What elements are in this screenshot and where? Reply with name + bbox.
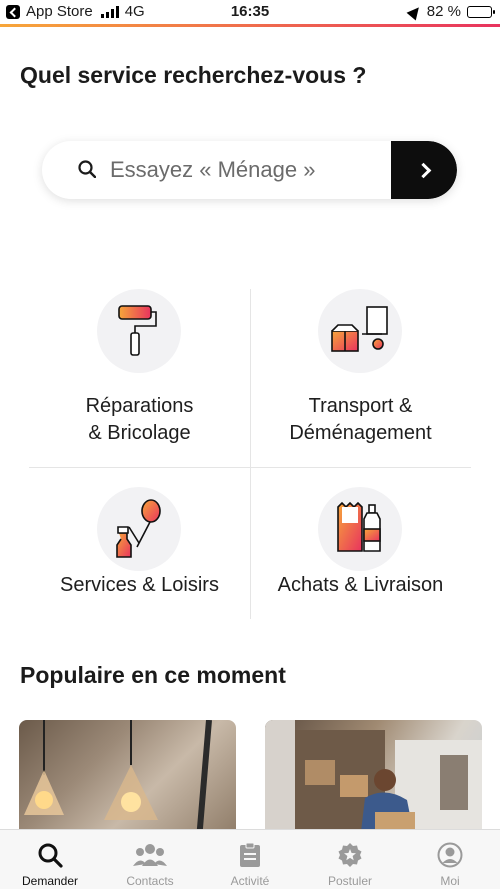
category-repairs-label-line1: Réparations — [85, 395, 194, 417]
location-icon — [406, 3, 424, 20]
category-services[interactable]: Services & Loisirs — [29, 468, 250, 619]
tab-contacts[interactable]: Contacts — [100, 830, 200, 889]
star-badge-icon — [338, 843, 362, 867]
accent-line — [0, 24, 500, 27]
clipboard-icon — [240, 842, 260, 867]
search-icon — [38, 843, 63, 868]
moving-boxes-icon — [318, 289, 402, 373]
tab-postuler-label: Postuler — [327, 874, 373, 888]
category-moving[interactable]: Transport & Déménagement — [250, 289, 471, 467]
tab-bar: Demander Contacts Activité Postuler Moi — [0, 829, 500, 889]
category-services-label: Services & Loisirs — [60, 574, 219, 596]
popular-card-lighting[interactable] — [19, 720, 236, 840]
tab-postuler[interactable]: Postuler — [300, 830, 400, 889]
popular-section-title: Populaire en ce moment — [20, 662, 286, 688]
tab-activite[interactable]: Activité — [200, 830, 300, 889]
users-icon — [133, 844, 167, 866]
paint-roller-icon — [97, 289, 181, 373]
status-right: 82 % — [406, 3, 495, 20]
battery-percent: 82 % — [426, 3, 461, 20]
category-shopping-label: Achats & Livraison — [277, 574, 444, 596]
profile-icon — [437, 842, 463, 868]
search-icon — [78, 160, 96, 178]
tab-contacts-label: Contacts — [126, 874, 174, 888]
lamps-image — [24, 720, 212, 840]
moving-image — [265, 720, 482, 840]
grocery-bag-icon — [318, 487, 402, 571]
tab-activite-label: Activité — [230, 874, 270, 888]
tab-moi-label: Moi — [440, 874, 460, 888]
category-moving-label-line2: Déménagement — [289, 422, 432, 444]
category-shopping[interactable]: Achats & Livraison — [250, 468, 471, 619]
category-moving-label-line1: Transport & — [308, 395, 413, 417]
status-bar: App Store 4G 16:35 82 % — [0, 0, 500, 24]
search-bar[interactable]: Essayez « Ménage » — [42, 141, 457, 199]
cleaning-balloon-icon — [97, 487, 181, 571]
tab-demander[interactable]: Demander — [0, 830, 100, 889]
battery-icon — [467, 5, 495, 18]
popular-card-moving[interactable] — [265, 720, 482, 840]
tab-moi[interactable]: Moi — [400, 830, 500, 889]
search-submit-button[interactable] — [391, 141, 457, 199]
page-title: Quel service recherchez-vous ? — [20, 62, 367, 88]
category-repairs-label-line2: & Bricolage — [88, 422, 191, 444]
tab-demander-label: Demander — [21, 874, 79, 888]
category-grid: Réparations & Bricolage Transport & Démé… — [29, 289, 471, 619]
category-repairs[interactable]: Réparations & Bricolage — [29, 289, 250, 467]
search-input[interactable]: Essayez « Ménage » — [110, 141, 315, 199]
